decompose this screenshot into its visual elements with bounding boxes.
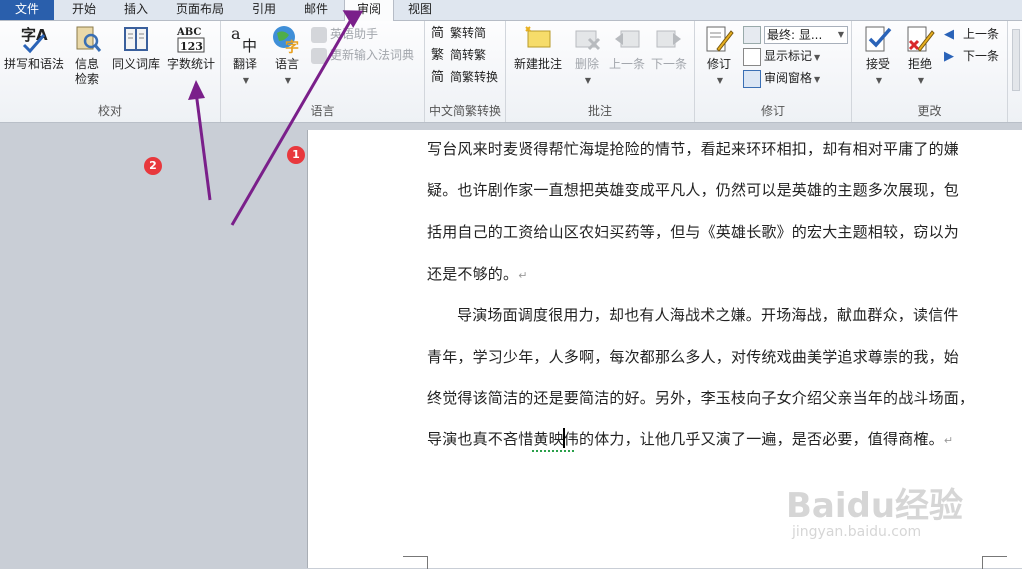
step-badge-2: 2 [144, 157, 162, 175]
step-badge-1: 1 [287, 146, 305, 164]
arrow-to-review-tab [230, 10, 364, 226]
watermark-brand: Baidu经验 [786, 486, 964, 526]
arrow-to-word-count [188, 80, 212, 201]
watermark-url: jingyan.baidu.com [792, 524, 922, 540]
